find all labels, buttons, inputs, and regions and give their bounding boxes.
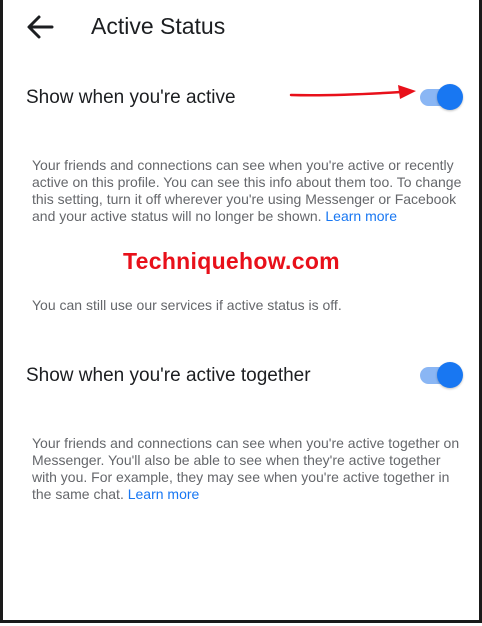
- setting-description-active: Your friends and connections can see whe…: [32, 157, 462, 225]
- learn-more-link[interactable]: Learn more: [128, 486, 200, 502]
- setting-description-active-together: Your friends and connections can see whe…: [32, 435, 462, 503]
- top-bar: Active Status: [3, 0, 479, 54]
- arrow-left-icon: [27, 15, 54, 39]
- page-title: Active Status: [91, 13, 226, 39]
- setting-label-active-together: Show when you're active together: [26, 365, 311, 386]
- toggle-knob: [437, 84, 463, 110]
- status-off-note: You can still use our services if active…: [32, 297, 342, 313]
- red-arrow-icon: [289, 85, 416, 99]
- setting-label-active: Show when you're active: [26, 87, 236, 108]
- watermark: Techniquehow.com: [123, 248, 340, 274]
- back-button[interactable]: [25, 12, 55, 42]
- setting-row-active-together[interactable]: Show when you're active together: [3, 356, 479, 396]
- description-text: Your friends and connections can see whe…: [32, 435, 460, 502]
- active-together-toggle[interactable]: [420, 361, 464, 389]
- learn-more-link[interactable]: Learn more: [325, 208, 397, 224]
- active-status-toggle[interactable]: [420, 83, 464, 111]
- screen-frame: Active Status Show when you're active Yo…: [0, 0, 482, 623]
- toggle-knob: [437, 362, 463, 388]
